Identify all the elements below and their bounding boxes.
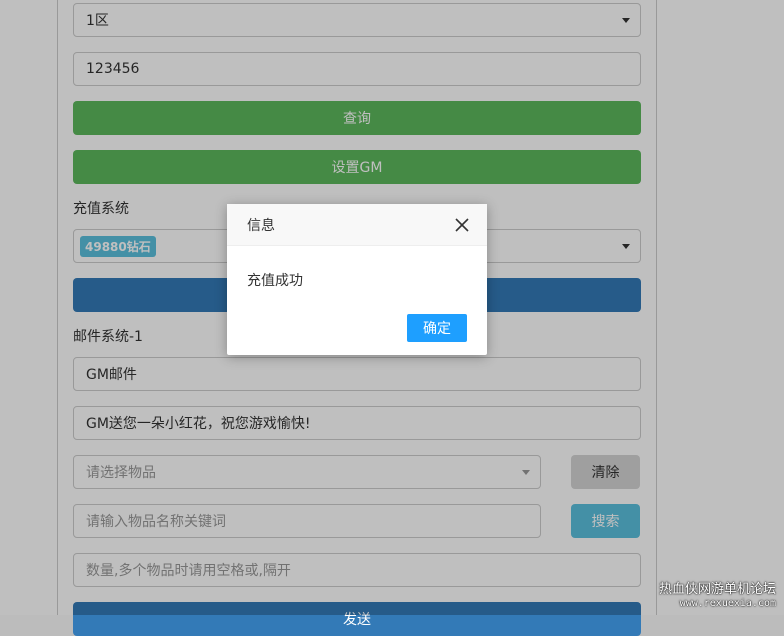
dialog-ok-button[interactable]: 确定 bbox=[407, 314, 467, 342]
info-dialog: 信息 充值成功 确定 bbox=[227, 204, 487, 355]
dialog-header: 信息 bbox=[227, 204, 487, 246]
dialog-message: 充值成功 bbox=[227, 246, 487, 290]
dialog-title: 信息 bbox=[247, 215, 275, 235]
close-icon[interactable] bbox=[455, 218, 469, 232]
watermark-url: www.rexuexia.com bbox=[659, 597, 776, 611]
site-watermark: 热血侠网游单机论坛 www.rexuexia.com bbox=[659, 583, 776, 611]
watermark-title: 热血侠网游单机论坛 bbox=[659, 583, 776, 597]
